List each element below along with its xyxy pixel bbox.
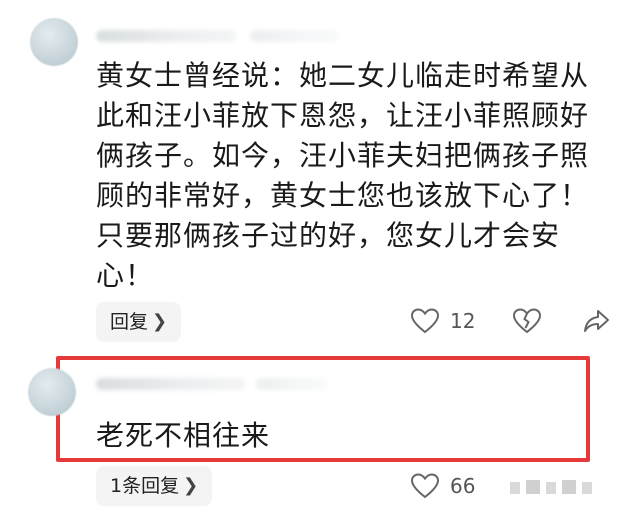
username[interactable] — [96, 378, 246, 390]
chevron-right-icon: ❯ — [183, 475, 199, 496]
reply-count-label: 1条回复 — [110, 475, 180, 497]
view-replies-button[interactable]: 1条回复 ❯ — [96, 466, 213, 506]
broken-heart-icon — [512, 308, 542, 334]
heart-icon — [410, 473, 440, 499]
more-icon — [510, 480, 592, 494]
more-button[interactable] — [510, 478, 610, 496]
comment-text: 黄女士曾经说：她二女儿临走时希望从 此和汪小菲放下恩怨，让汪小菲照顾好 俩孩子。… — [96, 59, 590, 292]
comment-text: 老死不相往来 — [96, 419, 271, 452]
like-count: 12 — [450, 309, 476, 333]
dislike-button[interactable] — [512, 307, 542, 335]
user-meta — [256, 378, 326, 390]
reply-label: 回复 — [110, 311, 149, 333]
share-icon — [584, 310, 609, 332]
like-count: 66 — [450, 474, 476, 498]
heart-icon — [410, 308, 440, 334]
reply-button[interactable]: 回复 ❯ — [96, 302, 182, 342]
avatar[interactable] — [28, 368, 76, 416]
like-button[interactable]: 66 — [410, 472, 475, 500]
username[interactable] — [96, 30, 236, 42]
chevron-right-icon: ❯ — [152, 311, 168, 332]
avatar[interactable] — [30, 18, 78, 66]
user-meta — [250, 30, 340, 42]
share-button[interactable] — [582, 307, 610, 335]
like-button[interactable]: 12 — [410, 307, 475, 335]
